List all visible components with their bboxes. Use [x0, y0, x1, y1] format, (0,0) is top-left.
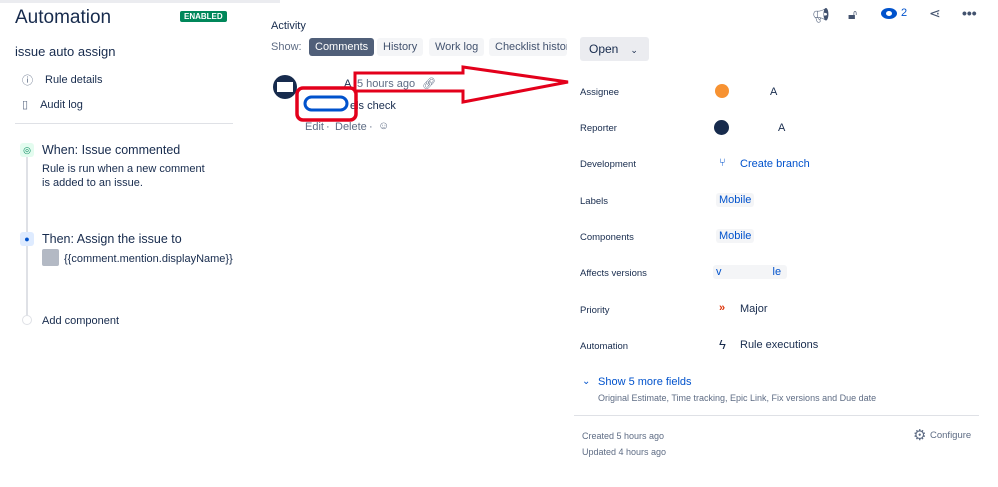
mention-redacted: [303, 95, 349, 112]
rule-executions-link[interactable]: Rule executions: [740, 339, 818, 351]
assignee-value[interactable]: A: [770, 86, 777, 98]
unlock-icon[interactable]: 🔓︎: [848, 6, 857, 23]
gear-icon[interactable]: ⚙: [913, 426, 926, 444]
create-branch-link[interactable]: Create branch: [740, 158, 810, 170]
field-label: Automation: [580, 341, 629, 352]
field-label: Reporter: [580, 123, 617, 134]
show-more-fields[interactable]: Show 5 more fields: [598, 376, 692, 388]
field-label: Priority: [580, 305, 610, 316]
component-tag[interactable]: Mobile: [716, 229, 755, 243]
watchers-count[interactable]: 2: [901, 7, 907, 19]
chevron-down-icon[interactable]: ⌄: [582, 376, 590, 387]
lightning-icon: ϟ: [719, 337, 726, 352]
eye-icon[interactable]: [881, 8, 897, 19]
more-icon[interactable]: •••: [962, 5, 977, 21]
reporter-value[interactable]: A: [778, 122, 785, 134]
megaphone-icon[interactable]: 📢︎: [812, 7, 830, 24]
version-tag[interactable]: v le: [713, 265, 787, 279]
priority-major-icon: »: [719, 302, 726, 314]
field-label: Affects versions: [580, 268, 647, 279]
label-tag[interactable]: Mobile: [716, 193, 755, 207]
configure-button[interactable]: Configure: [930, 430, 971, 441]
updated-date: Updated 4 hours ago: [582, 447, 667, 457]
divider: [574, 415, 979, 416]
reporter-avatar: [714, 120, 729, 135]
field-label: Components: [580, 232, 634, 243]
branch-icon: ⑂: [719, 157, 726, 169]
field-label: Assignee: [580, 87, 620, 98]
share-icon[interactable]: ⋖: [929, 5, 941, 22]
field-label: Labels: [580, 196, 608, 207]
created-date: Created 5 hours ago: [582, 431, 665, 441]
priority-value[interactable]: Major: [740, 303, 768, 315]
more-fields-desc: Original Estimate, Time tracking, Epic L…: [598, 393, 877, 403]
annotation-arrow: [353, 65, 569, 104]
annotation-overlay: [295, 65, 569, 122]
assignee-avatar: [715, 84, 729, 98]
field-label: Development: [580, 159, 636, 170]
